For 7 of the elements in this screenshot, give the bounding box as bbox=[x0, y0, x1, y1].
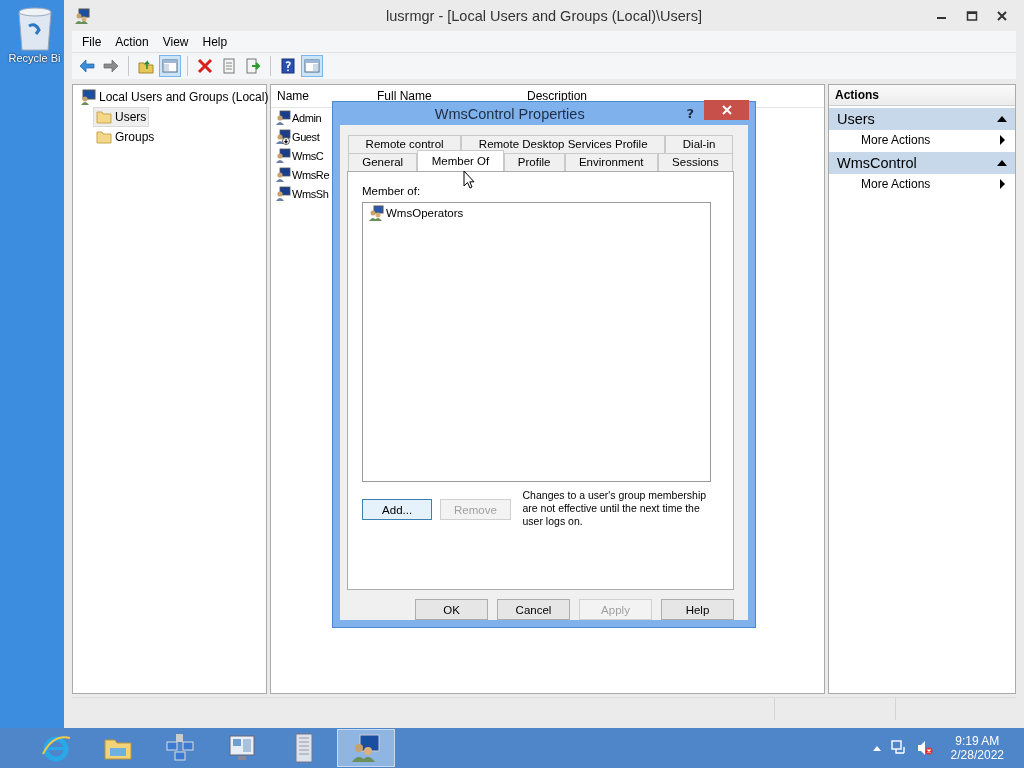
actions-header: Actions bbox=[829, 85, 1015, 106]
field-label: Member of: bbox=[362, 185, 422, 197]
clock-date: 2/28/2022 bbox=[950, 748, 1004, 762]
dialog-title: WmsControl Properties bbox=[433, 105, 586, 122]
window-title: lusrmgr - [Local Users and Groups (Local)\Users] bbox=[386, 7, 702, 24]
clock-time: 9:19 AM bbox=[955, 734, 1000, 748]
info-text: Changes to a user's group membership are not effective until the next time the user logs on. bbox=[522, 489, 708, 528]
